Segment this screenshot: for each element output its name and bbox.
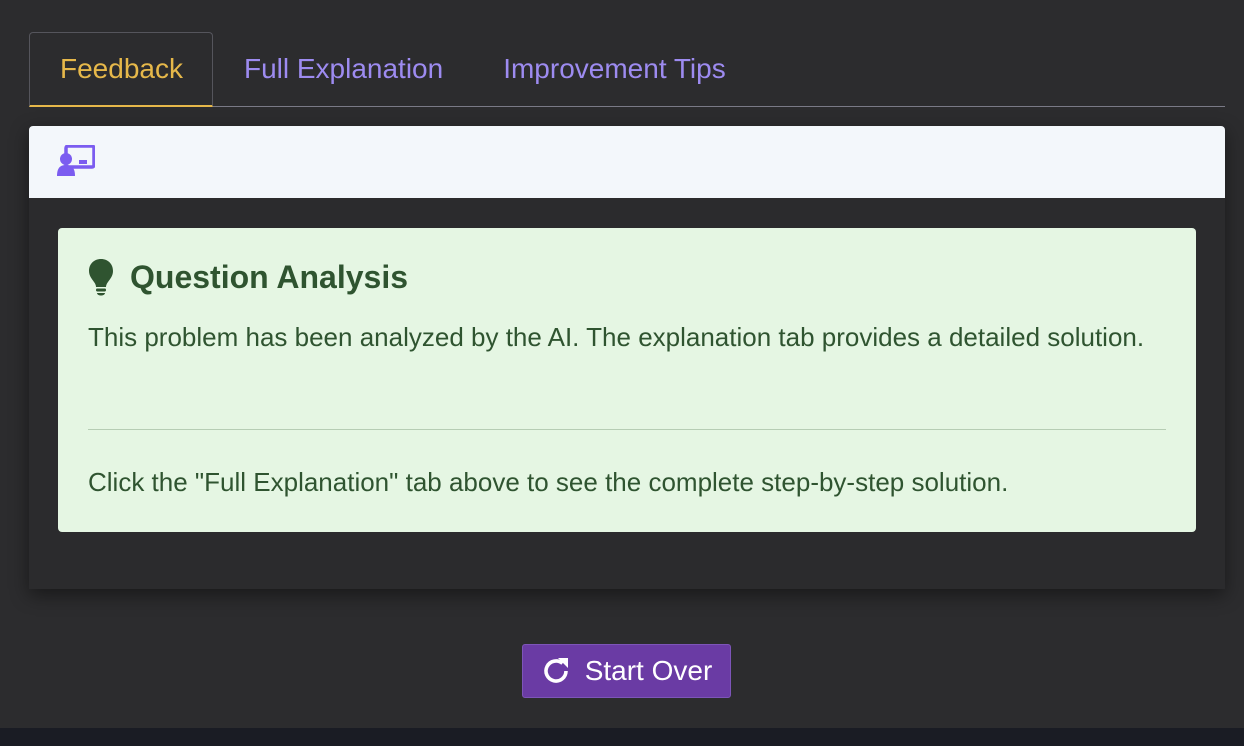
panel-header (29, 126, 1225, 198)
analysis-heading: Question Analysis (88, 258, 408, 296)
analysis-title: Question Analysis (130, 258, 408, 295)
redo-icon (543, 658, 568, 683)
start-over-label: Start Over (584, 655, 713, 686)
start-over-button[interactable]: Start Over (522, 644, 731, 698)
lightbulb-icon (89, 259, 113, 296)
page: Feedback Full Explanation Improvement Ti… (0, 0, 1244, 728)
tab-feedback[interactable]: Feedback (29, 32, 213, 107)
tab-bar: Feedback Full Explanation Improvement Ti… (29, 31, 1225, 107)
analysis-description: This problem has been analyzed by the AI… (88, 322, 1145, 352)
analysis-hint: Click the "Full Explanation" tab above t… (88, 467, 1009, 497)
question-analysis-card: Question Analysis This problem has been … (58, 228, 1196, 532)
chalkboard-teacher-icon (57, 145, 95, 176)
tab-improvement-tips[interactable]: Improvement Tips (503, 32, 726, 106)
divider (88, 429, 1166, 430)
feedback-panel: Question Analysis This problem has been … (29, 126, 1225, 589)
tab-full-explanation[interactable]: Full Explanation (244, 32, 443, 106)
